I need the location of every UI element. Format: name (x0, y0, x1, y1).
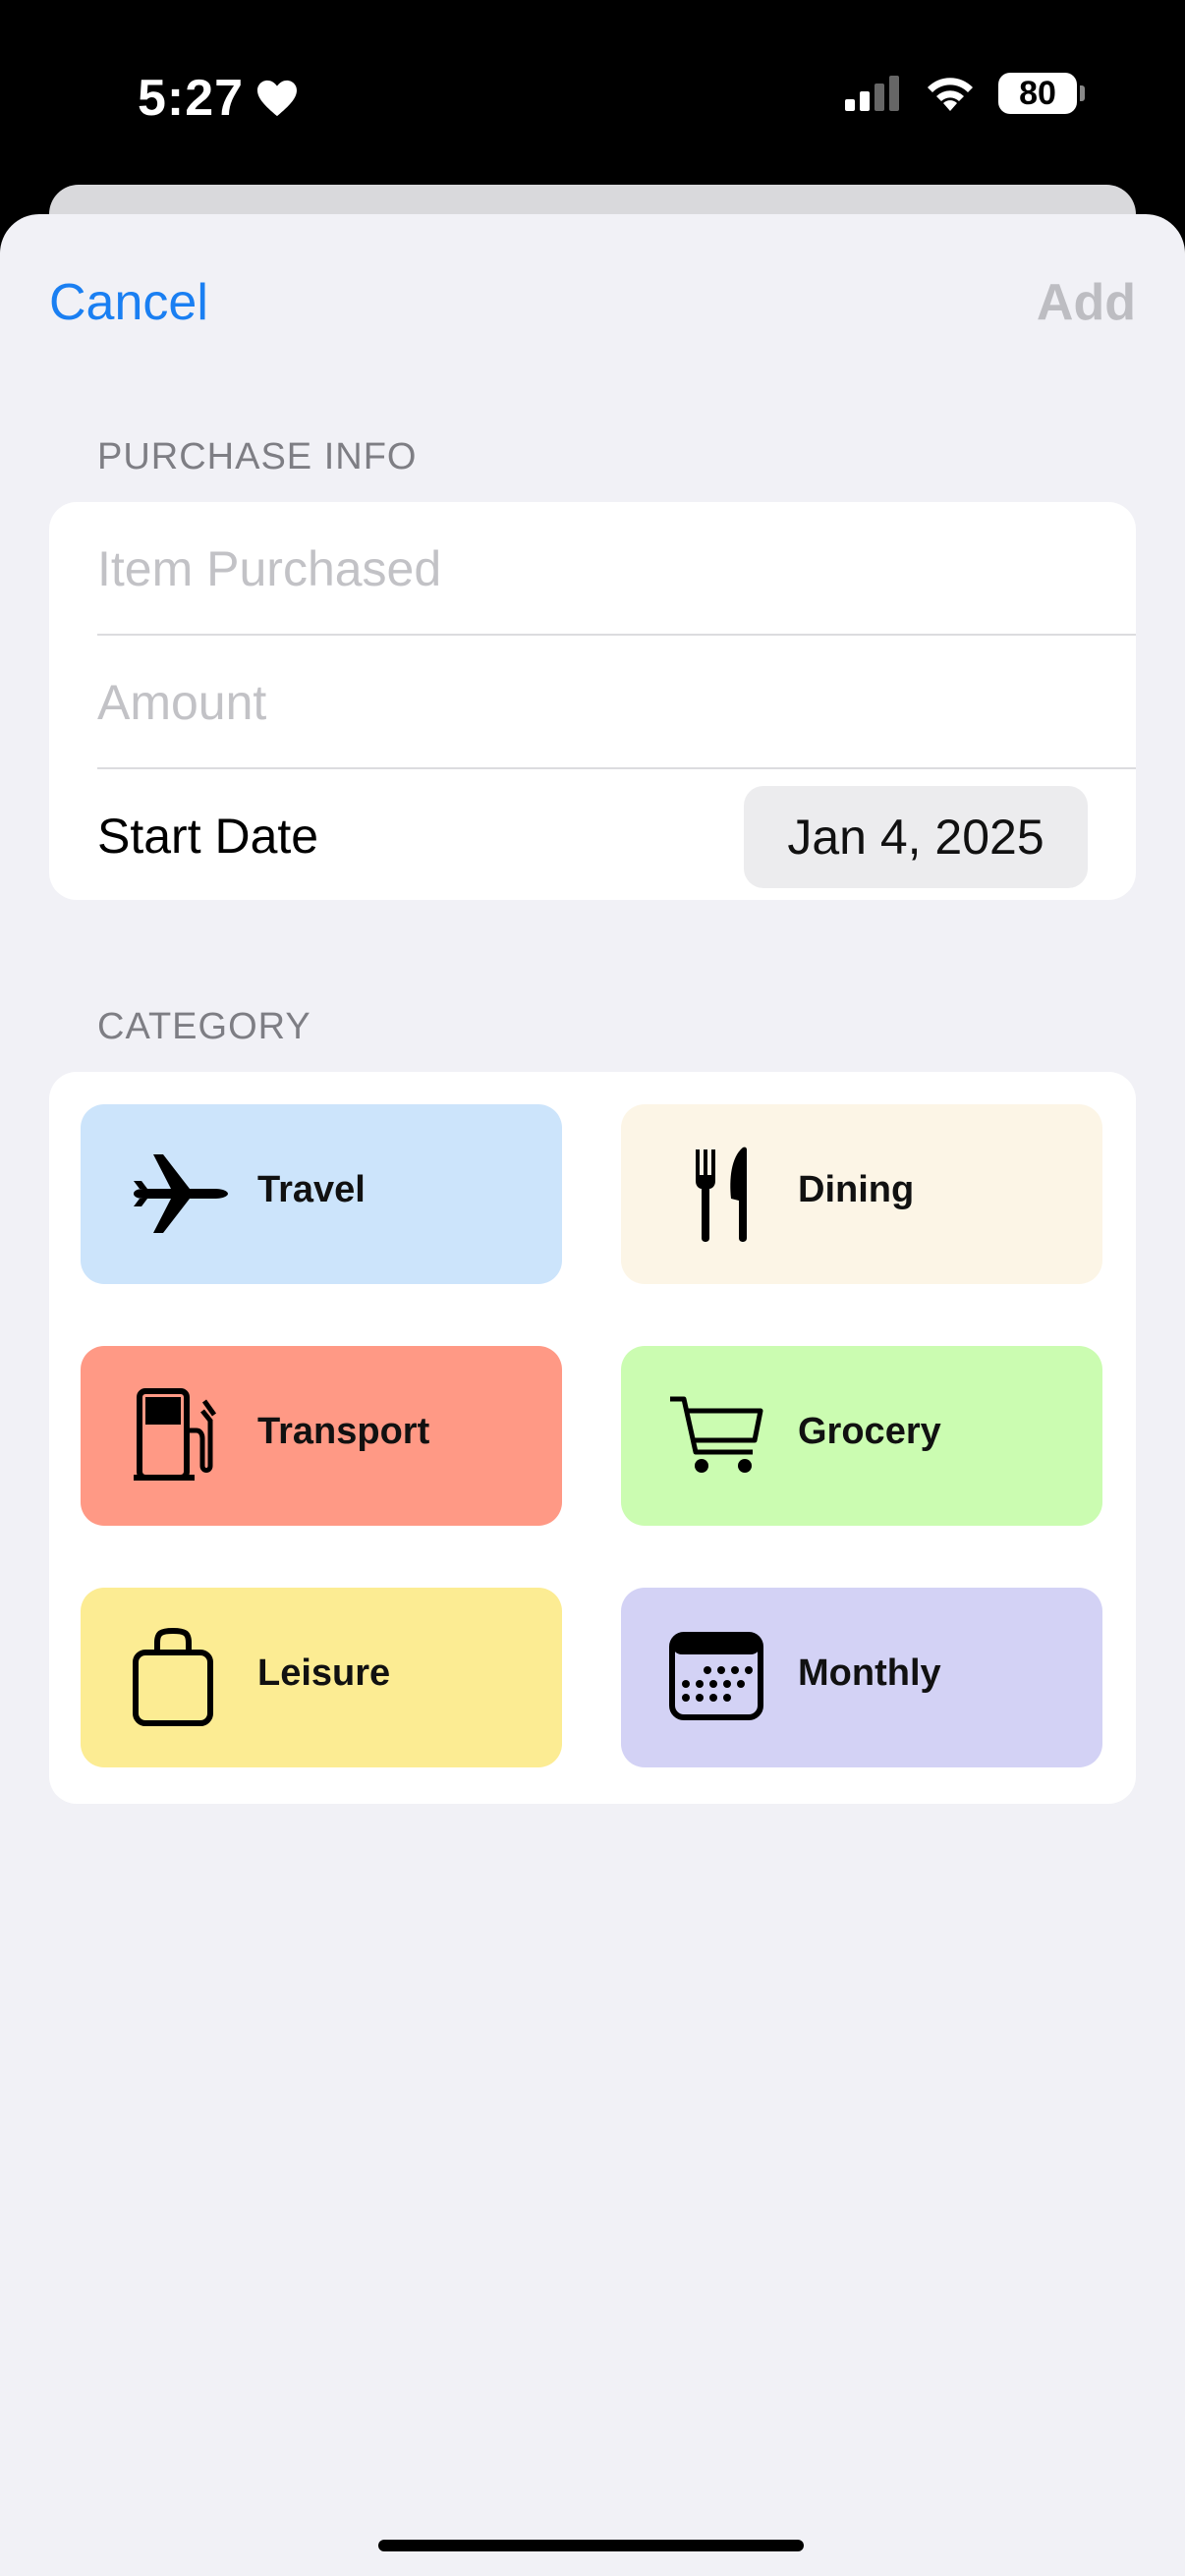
category-travel-button[interactable]: Travel (81, 1104, 562, 1284)
airplane-icon (134, 1154, 228, 1233)
heart-icon (257, 80, 298, 117)
cancel-button[interactable]: Cancel (49, 273, 208, 332)
category-card: Travel Dining Transport Grocery Leisure … (49, 1072, 1136, 1804)
bag-icon (133, 1627, 213, 1726)
category-label: Travel (257, 1169, 366, 1210)
category-label: Dining (798, 1169, 915, 1210)
calendar-icon (669, 1632, 763, 1720)
cart-icon (670, 1396, 763, 1473)
battery-icon: 80 (998, 73, 1085, 114)
fork-knife-icon (696, 1147, 747, 1242)
category-transport-button[interactable]: Transport (81, 1346, 562, 1526)
item-purchased-field[interactable]: Item Purchased (97, 502, 1136, 635)
home-indicator[interactable] (378, 2540, 804, 2551)
add-button[interactable]: Add (1037, 273, 1136, 332)
category-dining-button[interactable]: Dining (621, 1104, 1102, 1284)
start-date-label: Start Date (97, 808, 319, 864)
purchase-info-header: PURCHASE INFO (97, 436, 418, 477)
category-label: Monthly (798, 1652, 941, 1694)
category-header: CATEGORY (97, 1006, 311, 1047)
status-bar: 5:27 80 (0, 0, 1185, 196)
wifi-icon (928, 78, 973, 111)
start-date-picker[interactable]: Jan 4, 2025 (744, 786, 1088, 888)
category-label: Grocery (798, 1411, 941, 1452)
fuel-pump-icon (134, 1388, 217, 1481)
status-time-group: 5:27 (138, 69, 299, 128)
status-time: 5:27 (138, 70, 245, 127)
add-purchase-sheet: Cancel Add PURCHASE INFO Item Purchased … (0, 214, 1185, 2576)
purchase-info-card: Item Purchased Amount Start Date Jan 4, … (49, 502, 1136, 900)
status-icons: 80 (845, 73, 1085, 114)
cellular-signal-icon (845, 76, 899, 111)
category-label: Leisure (257, 1652, 391, 1694)
category-monthly-button[interactable]: Monthly (621, 1588, 1102, 1767)
amount-field[interactable]: Amount (97, 636, 1136, 768)
category-grocery-button[interactable]: Grocery (621, 1346, 1102, 1526)
category-label: Transport (257, 1411, 430, 1452)
battery-level: 80 (1019, 74, 1056, 112)
category-leisure-button[interactable]: Leisure (81, 1588, 562, 1767)
